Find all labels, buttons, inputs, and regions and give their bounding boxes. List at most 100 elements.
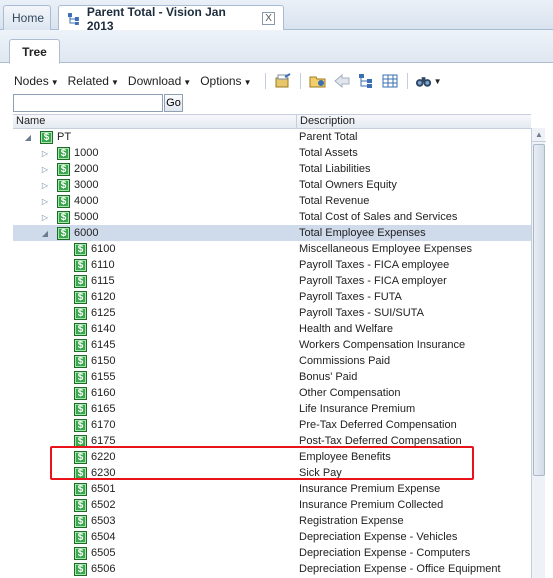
name-cell: $6230 bbox=[13, 465, 297, 481]
go-button[interactable]: Go bbox=[164, 94, 183, 112]
table-row[interactable]: $6230 Sick Pay bbox=[13, 465, 531, 481]
table-row[interactable]: $6220 Employee Benefits bbox=[13, 449, 531, 465]
table-row[interactable]: $6100 Miscellaneous Employee Expenses bbox=[13, 241, 531, 257]
tab-tree[interactable]: Tree bbox=[9, 39, 60, 64]
related-menu[interactable]: Related ▼ bbox=[68, 74, 119, 88]
name-cell: $6160 bbox=[13, 385, 297, 401]
table-row[interactable]: ◢ $ PT Parent Total bbox=[13, 129, 531, 145]
name-cell: ▷ $2000 bbox=[13, 161, 297, 177]
column-header-description[interactable]: Description bbox=[297, 115, 531, 129]
node-description: Depreciation Expense - Computers bbox=[299, 547, 471, 559]
node-name: PT bbox=[57, 131, 72, 143]
table-row[interactable]: $6150 Commissions Paid bbox=[13, 353, 531, 369]
collapsed-triangle-icon[interactable]: ▷ bbox=[40, 145, 50, 161]
node-description: Sick Pay bbox=[299, 467, 342, 479]
collapsed-triangle-icon[interactable]: ▷ bbox=[40, 161, 50, 177]
account-node-icon: $ bbox=[74, 322, 87, 336]
table-row[interactable]: $6140 Health and Welfare bbox=[13, 321, 531, 337]
table-row[interactable]: $6125 Payroll Taxes - SUI/SUTA bbox=[13, 305, 531, 321]
column-header-name[interactable]: Name bbox=[13, 115, 297, 129]
toggle-spacer bbox=[57, 513, 67, 529]
table-row[interactable]: ▷ $3000 Total Owners Equity bbox=[13, 177, 531, 193]
node-description: Miscellaneous Employee Expenses bbox=[299, 243, 473, 255]
open-folder-icon[interactable] bbox=[308, 72, 328, 90]
table-row[interactable]: ▷ $4000 Total Revenue bbox=[13, 193, 531, 209]
table-row[interactable]: ▷ $5000 Total Cost of Sales and Services bbox=[13, 209, 531, 225]
toggle-spacer bbox=[57, 449, 67, 465]
download-menu[interactable]: Download ▼ bbox=[128, 74, 191, 88]
table-row[interactable]: ▷ $1000 Total Assets bbox=[13, 145, 531, 161]
table-row[interactable]: $6170 Pre-Tax Deferred Compensation bbox=[13, 417, 531, 433]
toggle-spacer bbox=[57, 545, 67, 561]
account-node-icon: $ bbox=[74, 290, 87, 304]
search-input[interactable] bbox=[13, 94, 163, 112]
node-description: Employee Benefits bbox=[299, 451, 391, 463]
options-menu[interactable]: Options ▼ bbox=[200, 74, 251, 88]
node-name: 6115 bbox=[91, 275, 115, 287]
nodes-menu[interactable]: Nodes ▼ bbox=[14, 74, 59, 88]
node-description: Payroll Taxes - FICA employee bbox=[299, 259, 450, 271]
account-node-icon: $ bbox=[57, 178, 70, 192]
table-row[interactable]: $6502 Insurance Premium Collected bbox=[13, 497, 531, 513]
vertical-scrollbar[interactable]: ▲ bbox=[531, 128, 546, 578]
node-description: Total Cost of Sales and Services bbox=[299, 211, 458, 223]
table-row[interactable]: $6501 Insurance Premium Expense bbox=[13, 481, 531, 497]
table-row[interactable]: $6506 Depreciation Expense - Office Equip… bbox=[13, 561, 531, 577]
account-node-icon: $ bbox=[74, 434, 87, 448]
node-description: Payroll Taxes - SUI/SUTA bbox=[299, 307, 424, 319]
account-node-icon: $ bbox=[57, 226, 70, 240]
node-description: Commissions Paid bbox=[299, 355, 391, 367]
account-node-icon: $ bbox=[74, 306, 87, 320]
scroll-up-icon[interactable]: ▲ bbox=[532, 128, 546, 142]
toolbar-divider bbox=[265, 73, 267, 89]
table-row[interactable]: $6165 Life Insurance Premium bbox=[13, 401, 531, 417]
node-name: 6165 bbox=[91, 403, 116, 415]
table-row[interactable]: $6503 Registration Expense bbox=[13, 513, 531, 529]
caret-down-icon: ▼ bbox=[243, 78, 252, 87]
scrollbar-thumb[interactable] bbox=[533, 144, 545, 476]
account-node-icon: $ bbox=[57, 146, 70, 160]
node-name: 6506 bbox=[91, 563, 116, 575]
export-icon[interactable] bbox=[273, 72, 293, 90]
collapsed-triangle-icon[interactable]: ▷ bbox=[40, 193, 50, 209]
toggle-spacer bbox=[57, 497, 67, 513]
toggle-spacer bbox=[57, 305, 67, 321]
binoculars-icon[interactable]: ▼ bbox=[415, 72, 441, 90]
collapsed-triangle-icon[interactable]: ▷ bbox=[40, 209, 50, 225]
collapsed-triangle-icon[interactable]: ▷ bbox=[40, 177, 50, 193]
table-row[interactable]: $6160 Other Compensation bbox=[13, 385, 531, 401]
name-cell: ▷ $1000 bbox=[13, 145, 297, 161]
table-row[interactable]: $6110 Payroll Taxes - FICA employee bbox=[13, 257, 531, 273]
tab-home[interactable]: Home bbox=[3, 5, 51, 30]
name-cell: $6501 bbox=[13, 481, 297, 497]
node-description: Total Owners Equity bbox=[299, 179, 397, 191]
close-icon[interactable]: X bbox=[262, 12, 275, 25]
node-name: 6220 bbox=[91, 451, 116, 463]
table-row[interactable]: ▷ $2000 Total Liabilities bbox=[13, 161, 531, 177]
expanded-triangle-icon[interactable]: ◢ bbox=[40, 225, 50, 241]
tab-parent-total[interactable]: Parent Total - Vision Jan 2013 X bbox=[58, 5, 284, 33]
table-row[interactable]: $6155 Bonus' Paid bbox=[13, 369, 531, 385]
account-node-icon: $ bbox=[40, 130, 53, 144]
account-node-icon: $ bbox=[74, 466, 87, 480]
name-cell: $6155 bbox=[13, 369, 297, 385]
toggle-spacer bbox=[57, 401, 67, 417]
table-row[interactable]: $6145 Workers Compensation Insurance bbox=[13, 337, 531, 353]
expanded-triangle-icon[interactable]: ◢ bbox=[23, 129, 33, 145]
node-description: Workers Compensation Insurance bbox=[299, 339, 466, 351]
node-description: Post-Tax Deferred Compensation bbox=[299, 435, 462, 447]
name-cell: $6165 bbox=[13, 401, 297, 417]
table-row[interactable]: ◢ $6000 Total Employee Expenses bbox=[13, 225, 531, 241]
back-arrow-icon[interactable] bbox=[332, 72, 352, 90]
tab-home-label: Home bbox=[12, 11, 45, 25]
table-row[interactable]: $6505 Depreciation Expense - Computers bbox=[13, 545, 531, 561]
name-cell: $6505 bbox=[13, 545, 297, 561]
table-row[interactable]: $6504 Depreciation Expense - Vehicles bbox=[13, 529, 531, 545]
table-row[interactable]: $6120 Payroll Taxes - FUTA bbox=[13, 289, 531, 305]
table-row[interactable]: $6175 Post-Tax Deferred Compensation bbox=[13, 433, 531, 449]
caret-down-icon: ▼ bbox=[50, 78, 59, 87]
caret-down-icon: ▼ bbox=[110, 78, 119, 87]
grid-view-icon[interactable] bbox=[380, 72, 400, 90]
tree-view-icon[interactable] bbox=[356, 72, 376, 90]
table-row[interactable]: $6115 Payroll Taxes - FICA employer bbox=[13, 273, 531, 289]
